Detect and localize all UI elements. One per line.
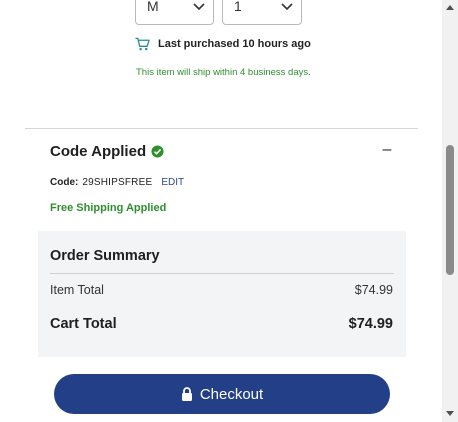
free-shipping-status: Free Shipping Applied	[50, 202, 167, 214]
shipping-estimate: This item will ship within 4 business da…	[136, 67, 311, 78]
size-select[interactable]: M	[135, 0, 214, 25]
checkout-label: Checkout	[199, 385, 264, 403]
code-label: Code:	[50, 177, 79, 188]
chevron-down-icon	[193, 3, 205, 11]
order-summary-heading: Order Summary	[50, 248, 160, 264]
scroll-thumb[interactable]	[446, 145, 454, 275]
scroll-up-arrow[interactable]	[446, 5, 454, 10]
item-total-value: $74.99	[354, 283, 393, 297]
summary-divider	[50, 273, 394, 274]
promo-code-header: Code Applied	[50, 143, 164, 160]
cart-icon	[135, 37, 150, 51]
order-summary-panel: Order Summary Item Total $74.99 Cart Tot…	[38, 231, 406, 357]
edit-code-link[interactable]: EDIT	[161, 177, 184, 188]
scroll-down-arrow[interactable]	[446, 411, 454, 416]
quantity-select[interactable]: 1	[222, 0, 302, 25]
section-divider	[25, 128, 418, 129]
page-scrollbar[interactable]	[442, 0, 458, 422]
chevron-down-icon	[281, 3, 293, 11]
item-total-label: Item Total	[50, 283, 104, 297]
check-circle-icon	[151, 145, 164, 158]
last-purchased-text: Last purchased 10 hours ago	[158, 38, 311, 50]
size-select-value: M	[147, 0, 159, 14]
promo-code-title: Code Applied	[50, 143, 147, 160]
quantity-select-value: 1	[234, 0, 242, 14]
collapse-promo-button[interactable]: –	[380, 140, 394, 160]
lock-icon	[181, 387, 192, 401]
cart-total-label: Cart Total	[50, 316, 117, 332]
applied-code-line: Code: 29SHIPSFREE EDIT	[50, 177, 184, 188]
code-value: 29SHIPSFREE	[82, 177, 153, 188]
cart-total-value: $74.99	[348, 316, 393, 332]
last-purchased-notice: Last purchased 10 hours ago	[135, 37, 311, 51]
checkout-button[interactable]: Checkout	[54, 374, 390, 414]
cart-page: M 1 Last purchased 10 hours ago This ite…	[0, 0, 442, 422]
